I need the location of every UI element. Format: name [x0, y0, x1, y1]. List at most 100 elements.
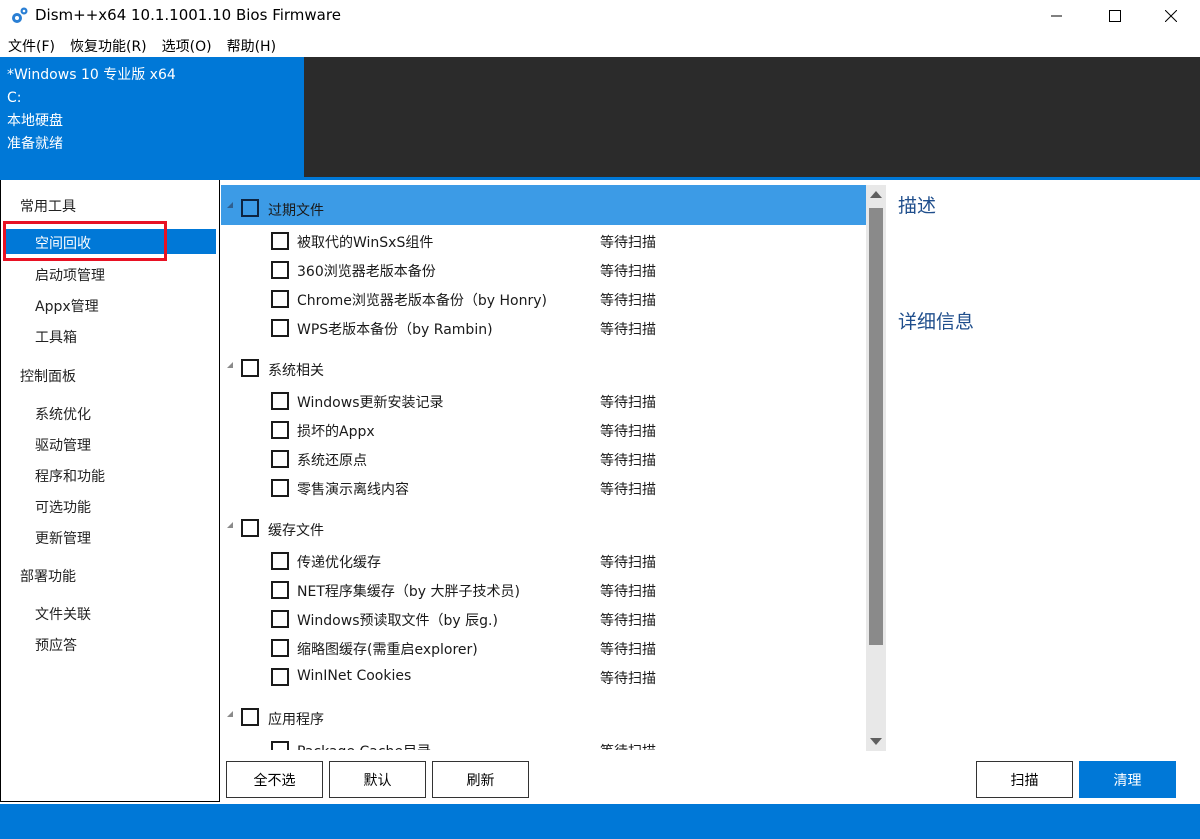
- info-dark-area: [304, 57, 1200, 177]
- list-item[interactable]: Windows更新安装记录 等待扫描: [221, 386, 866, 415]
- group-row-applications[interactable]: 应用程序: [221, 694, 866, 734]
- nav-header-control-panel: 控制面板: [20, 369, 76, 385]
- menu-file[interactable]: 文件(F): [0, 34, 62, 56]
- item-status: 等待扫描: [600, 584, 656, 600]
- list-item[interactable]: 被取代的WinSxS组件 等待扫描: [221, 226, 866, 255]
- item-status: 等待扫描: [600, 322, 656, 338]
- group-checkbox[interactable]: [241, 359, 259, 377]
- item-status: 等待扫描: [600, 424, 656, 440]
- expand-arrow-icon[interactable]: [227, 522, 233, 528]
- item-status: 等待扫描: [600, 613, 656, 629]
- sidebar-item-drivers[interactable]: 驱动管理: [35, 435, 91, 455]
- refresh-button[interactable]: 刷新: [432, 761, 529, 798]
- item-label: WPS老版本备份（by Rambin): [297, 322, 493, 338]
- list-item[interactable]: WPS老版本备份（by Rambin) 等待扫描: [221, 313, 866, 342]
- item-status: 等待扫描: [600, 741, 656, 750]
- item-checkbox[interactable]: [271, 392, 289, 410]
- minimize-button[interactable]: [1029, 0, 1085, 32]
- list-item[interactable]: 360浏览器老版本备份 等待扫描: [221, 255, 866, 284]
- list-item[interactable]: 传递优化缓存 等待扫描: [221, 546, 866, 575]
- drive-letter: C:: [7, 90, 22, 106]
- group-row-cache[interactable]: 缓存文件: [221, 505, 866, 545]
- menu-options[interactable]: 选项(O): [154, 34, 219, 56]
- details-heading: 详细信息: [898, 311, 975, 333]
- group-row-expired-files[interactable]: 过期文件: [221, 185, 866, 225]
- list-item[interactable]: NET程序集缓存（by 大胖子技术员) 等待扫描: [221, 575, 866, 604]
- item-label: Windows更新安装记录: [297, 395, 444, 411]
- menu-help[interactable]: 帮助(H): [219, 34, 283, 56]
- system-info-panel[interactable]: *Windows 10 专业版 x64 C: 本地硬盘 准备就绪: [0, 57, 304, 177]
- group-row-system[interactable]: 系统相关: [221, 345, 866, 385]
- default-button[interactable]: 默认: [329, 761, 426, 798]
- minimize-icon: [1051, 15, 1062, 17]
- nav-header-deployment: 部署功能: [20, 569, 76, 585]
- item-checkbox[interactable]: [271, 232, 289, 250]
- sidebar-item-appx[interactable]: Appx管理: [35, 296, 99, 316]
- item-status: 等待扫描: [600, 642, 656, 658]
- item-label: 零售演示离线内容: [297, 482, 409, 498]
- item-checkbox[interactable]: [271, 319, 289, 337]
- deselect-all-button[interactable]: 全不选: [226, 761, 323, 798]
- item-label: 系统还原点: [297, 453, 367, 469]
- group-checkbox[interactable]: [241, 519, 259, 537]
- item-checkbox[interactable]: [271, 450, 289, 468]
- list-item[interactable]: 缩略图缓存(需重启explorer) 等待扫描: [221, 633, 866, 662]
- item-checkbox[interactable]: [271, 741, 289, 750]
- vertical-scrollbar[interactable]: [866, 185, 886, 751]
- clean-button[interactable]: 清理: [1079, 761, 1176, 798]
- item-status: 等待扫描: [600, 555, 656, 571]
- expand-arrow-icon[interactable]: [227, 362, 233, 368]
- system-status: 准备就绪: [7, 136, 63, 152]
- sidebar-item-toolbox[interactable]: 工具箱: [35, 327, 77, 347]
- group-checkbox[interactable]: [241, 199, 259, 217]
- item-label: Windows预读取文件（by 辰g.): [297, 613, 498, 629]
- item-checkbox[interactable]: [271, 290, 289, 308]
- item-checkbox[interactable]: [271, 552, 289, 570]
- sidebar-item-system-optimize[interactable]: 系统优化: [35, 404, 91, 424]
- item-checkbox[interactable]: [271, 610, 289, 628]
- item-status: 等待扫描: [600, 482, 656, 498]
- item-label: WinINet Cookies: [297, 668, 412, 684]
- scan-button[interactable]: 扫描: [976, 761, 1073, 798]
- group-checkbox[interactable]: [241, 708, 259, 726]
- item-checkbox[interactable]: [271, 261, 289, 279]
- menu-restore[interactable]: 恢复功能(R): [62, 34, 154, 56]
- title-bar: Dism++x64 10.1.1001.10 Bios Firmware: [0, 0, 1200, 32]
- item-label: Package Cache目录: [297, 741, 431, 750]
- window-title: Dism++x64 10.1.1001.10 Bios Firmware: [35, 6, 341, 24]
- item-checkbox[interactable]: [271, 421, 289, 439]
- expand-arrow-icon[interactable]: [227, 711, 233, 717]
- close-button[interactable]: [1143, 0, 1199, 32]
- group-label: 应用程序: [268, 712, 324, 728]
- scroll-down-arrow-icon[interactable]: [870, 738, 882, 745]
- item-checkbox[interactable]: [271, 639, 289, 657]
- item-checkbox[interactable]: [271, 668, 289, 686]
- list-item[interactable]: 损坏的Appx 等待扫描: [221, 415, 866, 444]
- group-label: 过期文件: [268, 203, 324, 219]
- list-item[interactable]: WinINet Cookies 等待扫描: [221, 662, 866, 691]
- item-status: 等待扫描: [600, 395, 656, 411]
- nav-header-common-tools: 常用工具: [20, 199, 76, 215]
- sidebar-item-updates[interactable]: 更新管理: [35, 528, 91, 548]
- sidebar-item-file-assoc[interactable]: 文件关联: [35, 604, 91, 624]
- item-label: 传递优化缓存: [297, 555, 381, 571]
- maximize-button[interactable]: [1087, 0, 1143, 32]
- scrollbar-thumb[interactable]: [869, 208, 883, 645]
- list-item[interactable]: 系统还原点 等待扫描: [221, 444, 866, 473]
- sidebar-item-optional-features[interactable]: 可选功能: [35, 497, 91, 517]
- sidebar-item-startup[interactable]: 启动项管理: [35, 265, 105, 285]
- item-checkbox[interactable]: [271, 581, 289, 599]
- item-status: 等待扫描: [600, 453, 656, 469]
- list-item[interactable]: Chrome浏览器老版本备份（by Honry) 等待扫描: [221, 284, 866, 313]
- expand-arrow-icon[interactable]: [227, 202, 233, 208]
- list-item[interactable]: Windows预读取文件（by 辰g.) 等待扫描: [221, 604, 866, 633]
- sidebar-item-programs[interactable]: 程序和功能: [35, 466, 105, 486]
- scroll-up-arrow-icon[interactable]: [870, 191, 882, 198]
- item-status: 等待扫描: [600, 264, 656, 280]
- item-label: 被取代的WinSxS组件: [297, 235, 434, 251]
- sidebar-item-answer-file[interactable]: 预应答: [35, 635, 77, 655]
- list-item[interactable]: Package Cache目录 等待扫描: [221, 735, 866, 750]
- group-label: 系统相关: [268, 363, 324, 379]
- list-item[interactable]: 零售演示离线内容 等待扫描: [221, 473, 866, 502]
- item-checkbox[interactable]: [271, 479, 289, 497]
